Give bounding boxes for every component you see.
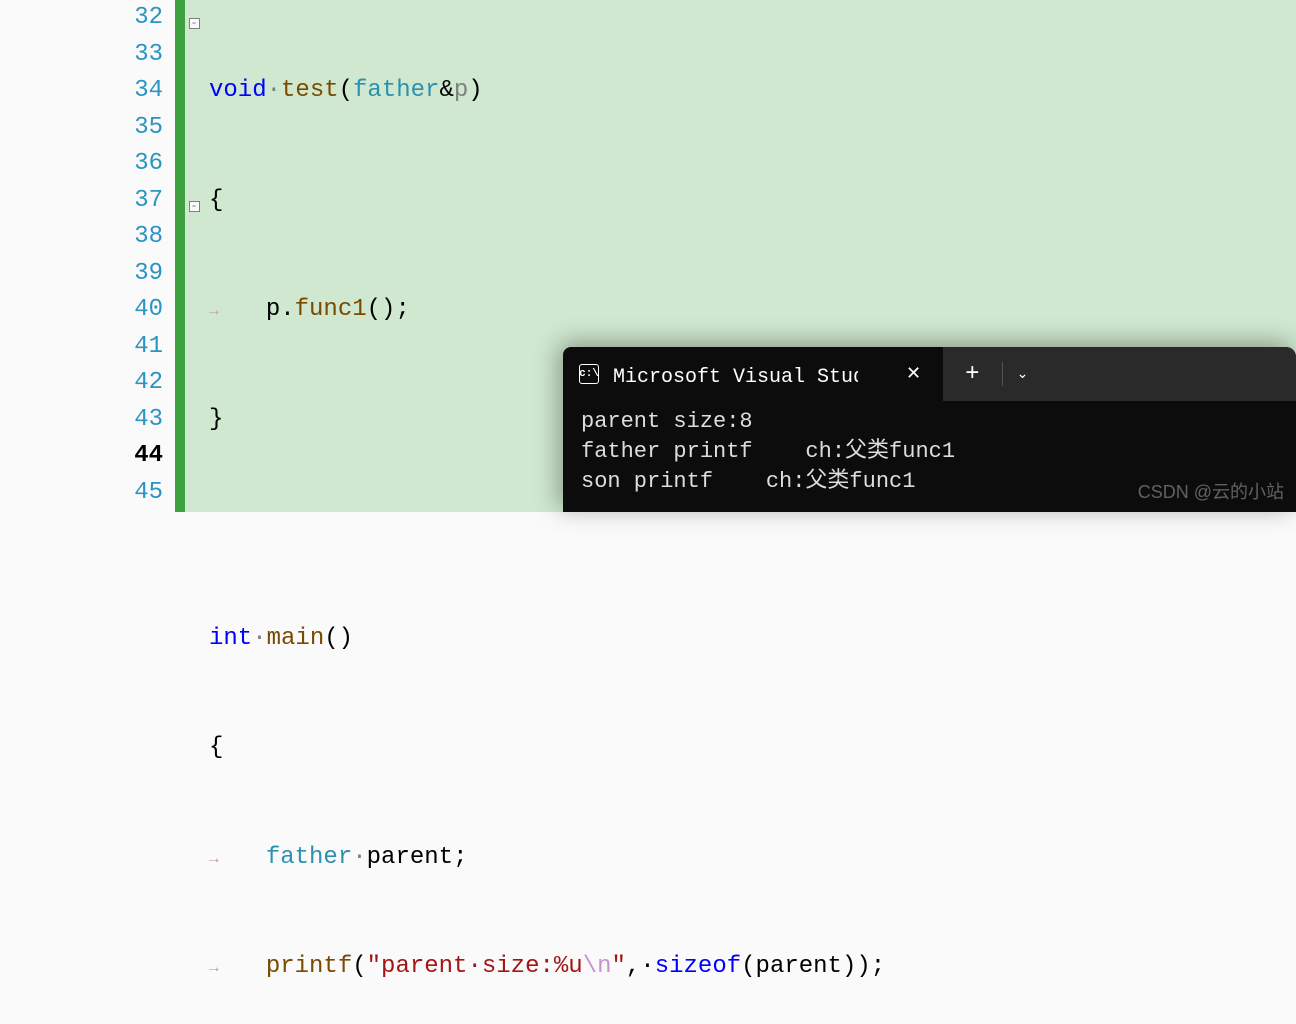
fold-toggle-icon[interactable]: -: [189, 18, 200, 29]
tab-dropdown-icon[interactable]: ⌄: [1003, 366, 1043, 383]
whitespace-arrow-icon: →: [209, 293, 237, 330]
fold-toggle-icon[interactable]: -: [189, 201, 200, 212]
terminal-app-icon: c:\: [579, 364, 599, 384]
watermark: CSDN @云的小站: [1138, 478, 1284, 504]
code-line[interactable]: void·test(father&p): [209, 73, 1296, 110]
line-number: 37: [0, 183, 163, 220]
line-number: 39: [0, 256, 163, 293]
line-number: 35: [0, 110, 163, 147]
changed-lines-indicator: [175, 0, 185, 512]
line-number: 42: [0, 365, 163, 402]
line-number-current: 44: [0, 438, 163, 475]
code-line[interactable]: → father·parent;: [209, 840, 1296, 877]
code-line[interactable]: → printf("parent·size:%u\n",·sizeof(pare…: [209, 949, 1296, 986]
terminal-titlebar[interactable]: c:\ Microsoft Visual Studio 调 ✕ + ⌄: [563, 347, 1296, 401]
whitespace-arrow-icon: →: [209, 841, 237, 878]
terminal-tabbar-right: + ⌄: [943, 347, 1296, 401]
line-number: 43: [0, 402, 163, 439]
line-number: 40: [0, 292, 163, 329]
terminal-tab[interactable]: c:\ Microsoft Visual Studio 调 ✕: [563, 347, 943, 401]
line-number: 45: [0, 475, 163, 512]
terminal-tab-title: Microsoft Visual Studio 调: [613, 359, 858, 389]
code-line[interactable]: {: [209, 730, 1296, 767]
code-line[interactable]: → p.func1();: [209, 292, 1296, 329]
line-number-gutter: 32 33 34 35 36 37 38 39 40 41 42 43 44 4…: [0, 0, 175, 512]
line-number: 32: [0, 0, 163, 37]
line-number: 34: [0, 73, 163, 110]
line-number: 33: [0, 37, 163, 74]
fold-gutter: - -: [185, 0, 203, 512]
line-number: 36: [0, 146, 163, 183]
code-line[interactable]: int·main(): [209, 621, 1296, 658]
new-tab-button[interactable]: +: [943, 361, 1001, 388]
line-number: 38: [0, 219, 163, 256]
close-tab-icon[interactable]: ✕: [872, 363, 931, 385]
whitespace-arrow-icon: →: [209, 950, 237, 987]
line-number: 41: [0, 329, 163, 366]
code-line[interactable]: {: [209, 183, 1296, 220]
code-line[interactable]: [209, 511, 1296, 548]
